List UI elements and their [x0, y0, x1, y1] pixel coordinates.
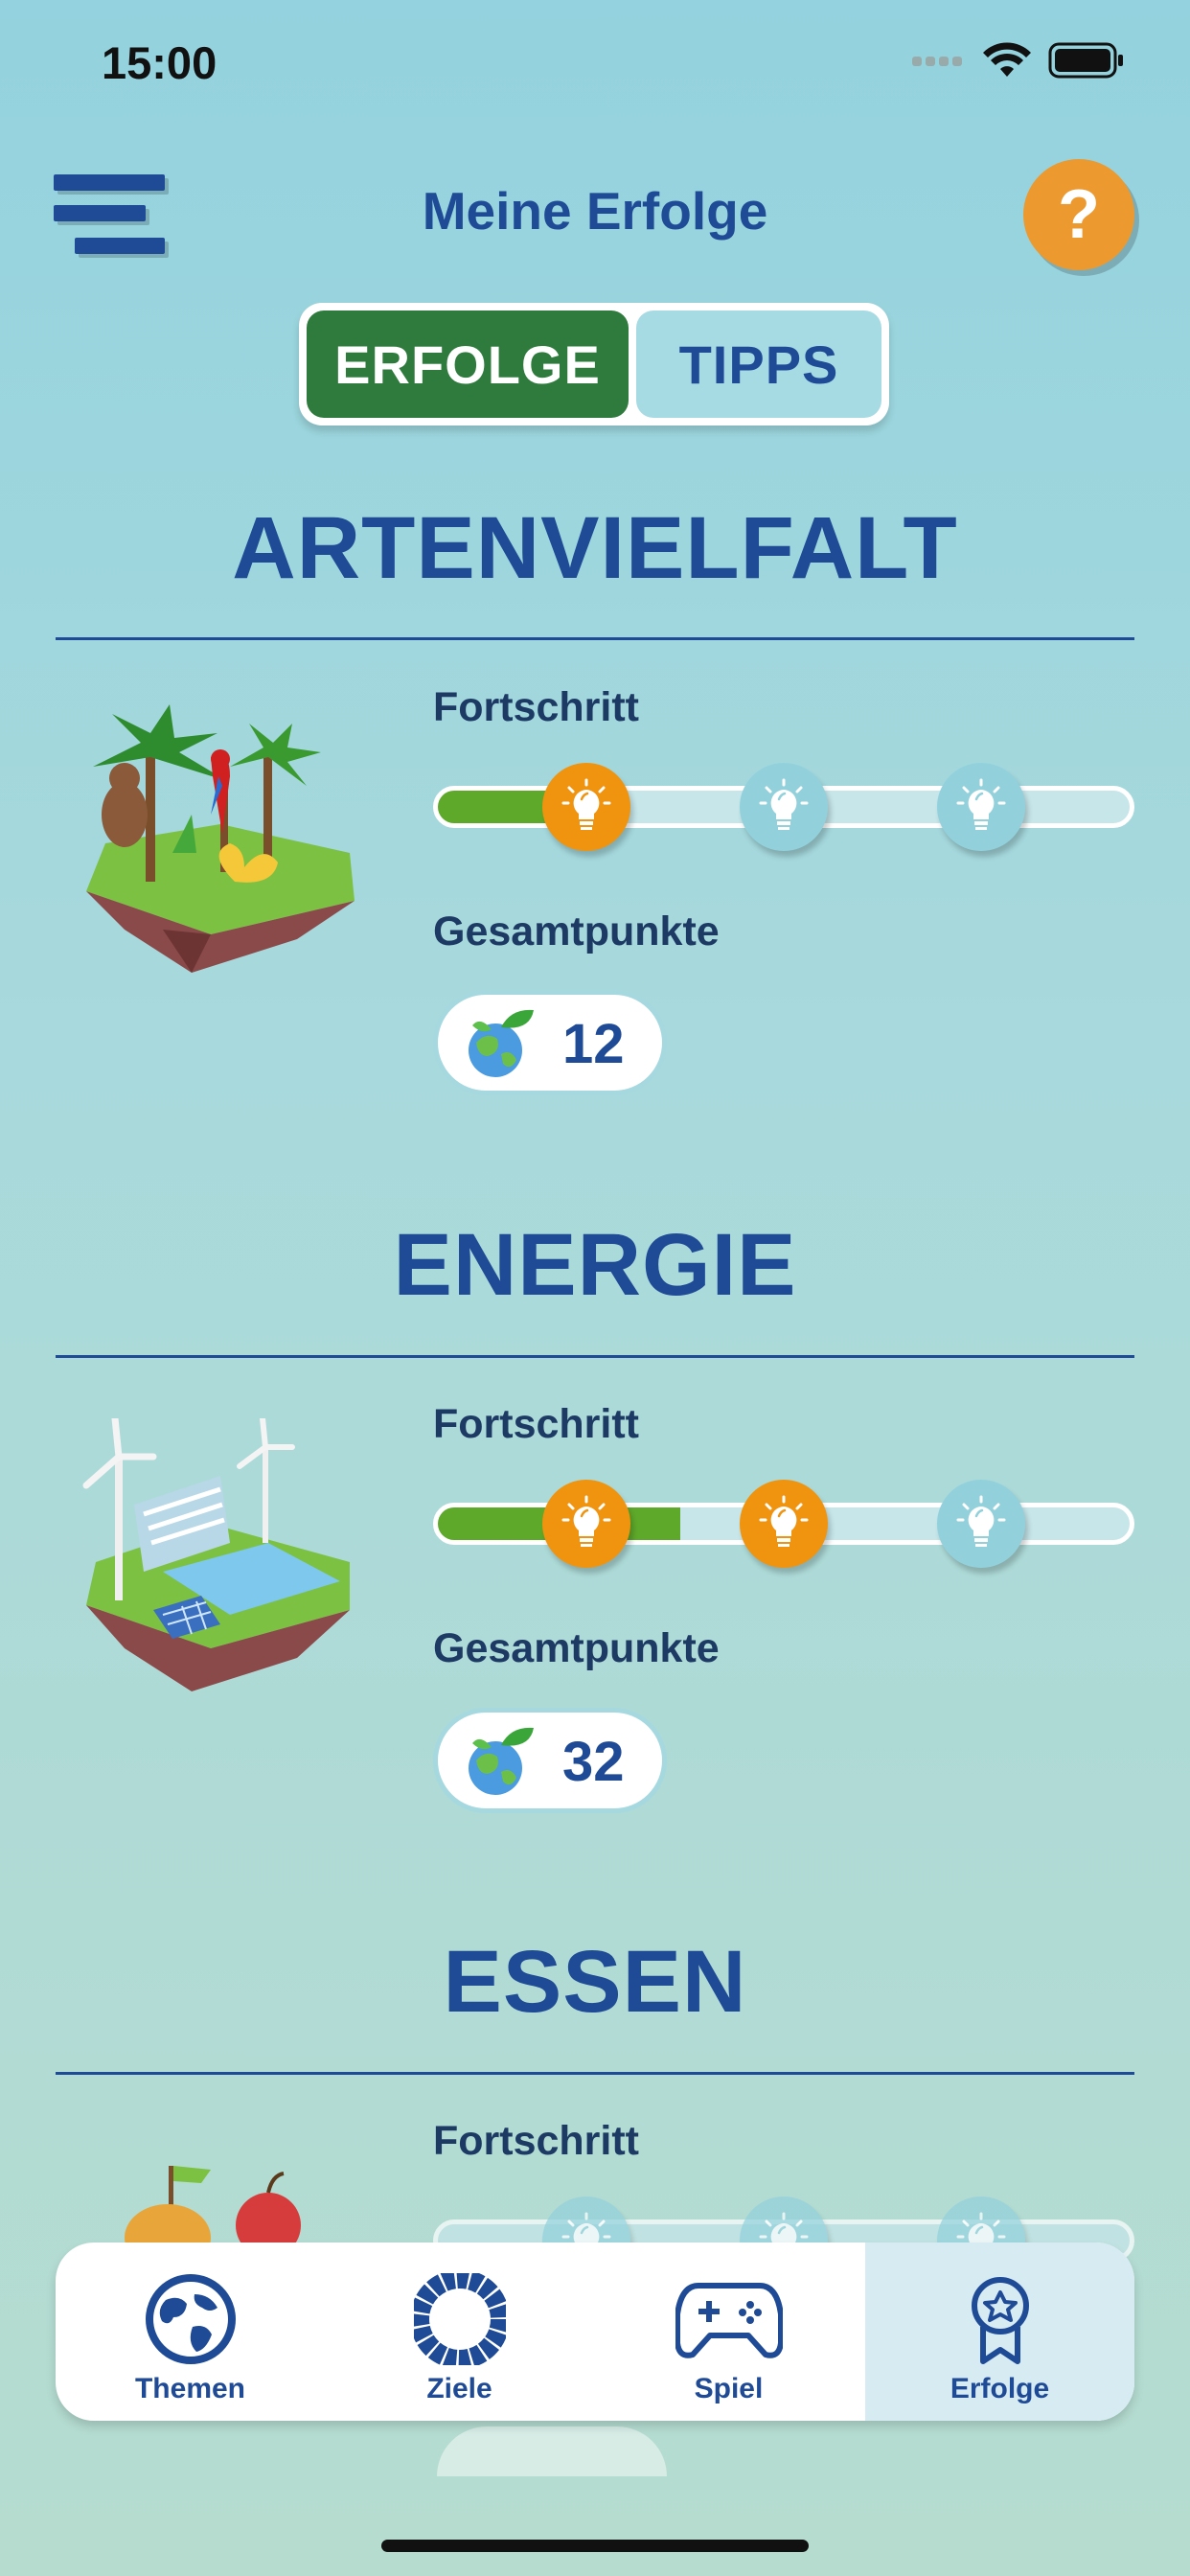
points-label: Gesamtpunkte	[433, 1625, 720, 1671]
points-badge-faded	[437, 2426, 667, 2476]
section-divider	[56, 1355, 1134, 1358]
section-title-essen: ESSEN	[443, 1933, 747, 2031]
tab-label: Erfolge	[950, 2373, 1050, 2404]
segment-control: ERFOLGE TIPPS	[299, 303, 889, 426]
home-indicator	[381, 2540, 809, 2552]
tab-tipps[interactable]: TIPPS	[636, 310, 881, 418]
points-label: Gesamtpunkte	[433, 908, 720, 954]
progress-label: Fortschritt	[433, 2118, 639, 2164]
progress-label: Fortschritt	[433, 684, 639, 730]
points-value: 12	[562, 1013, 625, 1075]
points-badge: 12	[433, 990, 667, 1095]
section-title-energie: ENERGIE	[393, 1216, 797, 1314]
globe-icon	[145, 2274, 236, 2364]
section-divider	[56, 2072, 1134, 2075]
help-button[interactable]: ?	[1023, 159, 1134, 270]
earth-leaf-icon	[469, 1009, 534, 1077]
bulb-icon	[937, 1480, 1025, 1568]
tab-label: Spiel	[694, 2373, 764, 2404]
bulb-icon	[937, 763, 1025, 851]
tab-spiel[interactable]: Spiel	[594, 2242, 863, 2421]
bulb-icon	[542, 1480, 630, 1568]
bulb-icon	[740, 763, 828, 851]
sdg-wheel-icon	[413, 2273, 506, 2365]
points-badge: 32	[433, 1708, 667, 1813]
food-island-illustration	[125, 2166, 301, 2252]
section-title-artenvielfalt: ARTENVIELFALT	[232, 499, 958, 597]
bulb-icon	[542, 763, 630, 851]
bulb-icon	[740, 1480, 828, 1568]
tab-label: Themen	[134, 2373, 246, 2404]
tab-label: Ziele	[426, 2373, 492, 2404]
section-divider	[56, 637, 1134, 640]
progress-bulbs	[433, 763, 1134, 851]
status-icons	[912, 42, 1125, 79]
award-badge-icon	[971, 2277, 1029, 2364]
tab-ziele[interactable]: Ziele	[325, 2242, 594, 2421]
page-title: Meine Erfolge	[422, 181, 768, 241]
signal-icon	[912, 57, 962, 66]
tab-erfolge-nav[interactable]: Erfolge	[865, 2242, 1134, 2421]
bottom-tab-bar: Themen Ziele Spiel Erfolge	[56, 2242, 1134, 2421]
earth-leaf-icon	[469, 1727, 534, 1795]
tab-themen[interactable]: Themen	[56, 2242, 325, 2421]
wifi-icon	[983, 42, 1031, 77]
points-value: 32	[562, 1731, 625, 1793]
rainforest-island-illustration	[86, 704, 355, 973]
progress-bulbs	[433, 1480, 1134, 1568]
energy-island-illustration	[82, 1418, 350, 1691]
progress-label: Fortschritt	[433, 1401, 639, 1447]
battery-icon	[1048, 42, 1123, 79]
tab-erfolge[interactable]: ERFOLGE	[307, 310, 629, 418]
status-time: 15:00	[102, 37, 217, 88]
gamepad-icon	[675, 2283, 783, 2358]
